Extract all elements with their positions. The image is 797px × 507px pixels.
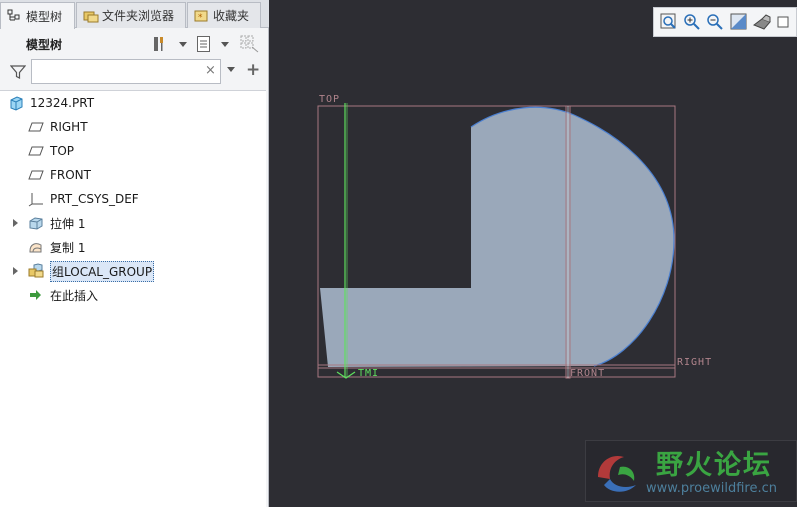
saved-views-icon (777, 16, 789, 28)
chevron-down-icon (221, 41, 229, 47)
model-tree-panel: 模型树 文件夹浏览器 * 收藏夹 模型树 × + 12324.PRT RIGHT… (0, 0, 269, 507)
tab-favorites[interactable]: * 收藏夹 (187, 2, 261, 28)
refit-icon (660, 13, 676, 29)
tree-item-front[interactable]: FRONT (28, 165, 91, 185)
model-tree-icon (7, 9, 21, 23)
display-style-icon (752, 14, 771, 30)
tree-item-label: 12324.PRT (30, 96, 95, 110)
extrude-icon (28, 215, 44, 231)
model-canvas[interactable] (274, 0, 797, 507)
model-tree-header: 模型树 (0, 30, 269, 58)
zoom-in-button[interactable] (681, 11, 702, 33)
expand-icon[interactable] (13, 267, 18, 275)
tree-item-label: 拉伸 1 (50, 216, 86, 231)
tree-item-copy[interactable]: 复制 1 (28, 237, 85, 257)
tree-search-row: × + (0, 58, 269, 86)
tools-dropdown-button[interactable] (173, 34, 193, 54)
group-icon (28, 263, 44, 279)
tree-item-label: TOP (50, 144, 75, 158)
clear-search-icon[interactable]: × (205, 63, 216, 78)
tab-label: 收藏夹 (213, 9, 250, 23)
chevron-down-icon (179, 41, 187, 47)
show-button[interactable] (194, 34, 214, 54)
settings-tools-button[interactable] (150, 34, 170, 54)
tree-item-part[interactable]: 12324.PRT (8, 93, 94, 113)
tab-model-tree[interactable]: 模型树 (0, 2, 75, 29)
tree-item-right[interactable]: RIGHT (28, 117, 88, 137)
navigator-tabs: 模型树 文件夹浏览器 * 收藏夹 (0, 0, 269, 29)
tree-item-insert-here[interactable]: 在此插入 (28, 285, 98, 305)
refit-button[interactable] (658, 11, 679, 33)
forum-logo-icon (598, 455, 636, 492)
tree-columns-icon (240, 35, 259, 53)
tree-item-top[interactable]: TOP (28, 141, 74, 161)
zoom-out-icon (707, 14, 724, 30)
datum-plane-icon (28, 167, 44, 183)
top-plane-label: TOP (319, 94, 341, 105)
tree-search-input[interactable] (31, 59, 221, 84)
list-view-icon (197, 36, 210, 52)
tree-filters-button[interactable] (240, 34, 260, 54)
csys-icon (28, 191, 44, 207)
chevron-down-icon[interactable] (227, 67, 235, 72)
view-toolbar (653, 7, 797, 37)
repaint-icon (730, 13, 747, 30)
zoom-in-icon (684, 14, 700, 30)
watermark-title: 野火论坛 (656, 450, 772, 481)
panel-title: 模型树 (26, 38, 63, 52)
part-icon (8, 95, 24, 111)
copy-surface-icon (28, 239, 44, 255)
tree-item-extrude[interactable]: 拉伸 1 (28, 213, 85, 233)
display-style-button[interactable] (751, 11, 772, 33)
tree-item-label: PRT_CSYS_DEF (50, 192, 139, 206)
tree-item-csys[interactable]: PRT_CSYS_DEF (28, 189, 139, 209)
tab-label: 文件夹浏览器 (102, 9, 175, 23)
tree-item-label: RIGHT (50, 120, 88, 134)
tree-item-label: 组LOCAL_GROUP (50, 260, 155, 282)
graphics-viewport[interactable]: TOP RIGHT FRONT TMI (274, 0, 797, 507)
part-shape (320, 107, 674, 367)
forum-watermark: 野火论坛 www.proewildfire.cn (585, 440, 797, 502)
tools-icon (154, 37, 163, 51)
tree-item-label: FRONT (50, 168, 91, 182)
right-plane-label: RIGHT (677, 357, 713, 368)
tree-item-label: 复制 1 (50, 240, 86, 255)
insert-here-icon (28, 287, 44, 303)
datum-plane-icon (28, 143, 44, 159)
watermark-url: www.proewildfire.cn (646, 481, 777, 496)
front-plane-label: FRONT (570, 368, 606, 379)
expand-icon[interactable] (13, 219, 18, 227)
svg-text:*: * (198, 13, 203, 23)
show-dropdown-button[interactable] (215, 34, 235, 54)
zoom-out-button[interactable] (705, 11, 726, 33)
folder-browser-icon (83, 9, 99, 23)
tree-item-label: 在此插入 (50, 288, 99, 303)
tree-item-group[interactable]: 组LOCAL_GROUP (28, 260, 155, 282)
datum-plane-icon (28, 119, 44, 135)
model-tree: 12324.PRT RIGHT TOP FRONT PRT_CSYS_DEF 拉… (0, 90, 266, 507)
tab-folder-browser[interactable]: 文件夹浏览器 (76, 2, 186, 28)
repaint-button[interactable] (728, 11, 749, 33)
saved-views-button[interactable] (775, 11, 796, 33)
filter-icon[interactable] (10, 64, 26, 80)
add-filter-button[interactable]: + (246, 60, 260, 80)
csys-label: TMI (358, 368, 380, 379)
tab-label: 模型树 (26, 9, 63, 24)
favorites-icon: * (194, 9, 208, 23)
